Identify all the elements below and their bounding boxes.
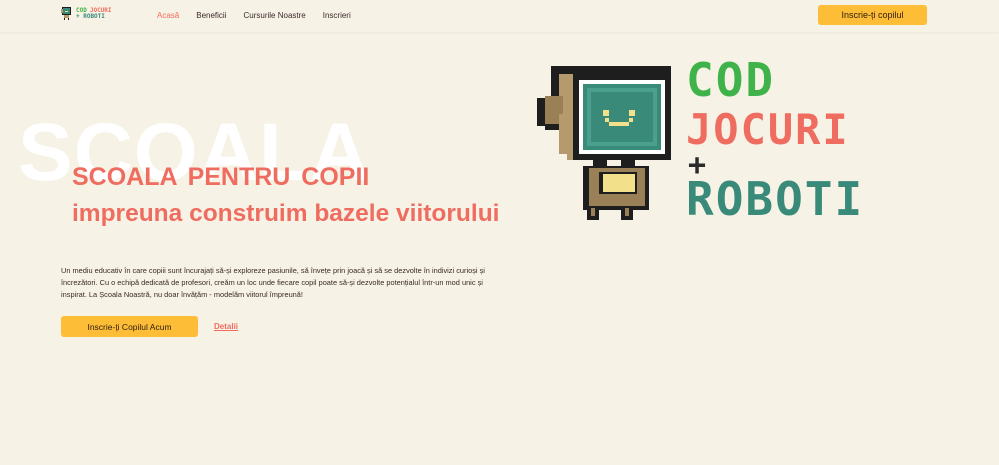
nav-link-beneficii[interactable]: Beneficii <box>196 11 226 20</box>
enroll-child-now-button[interactable]: Inscrie-ți Copilul Acum <box>61 316 198 337</box>
logo-wordmark: COD JOCURI + ROBOTI <box>76 7 112 20</box>
pixel-robot-icon <box>61 7 71 20</box>
big-logo-jocuri: JOCURI <box>686 105 850 154</box>
nav-link-inscrieri[interactable]: Inscrieri <box>323 11 351 20</box>
details-link[interactable]: Detalii <box>214 322 238 331</box>
big-logo-roboti: ROBOTI <box>686 172 865 226</box>
pixel-robot-illustration <box>537 66 671 220</box>
nav-link-acasa[interactable]: Acasă <box>157 11 179 20</box>
enroll-child-button[interactable]: Inscrie-ți copilul <box>818 5 927 25</box>
hero-title: SCOALA PENTRU COPII <box>72 163 370 191</box>
nav-menu: Acasă Beneficii Cursurile Noastre Inscri… <box>157 11 368 20</box>
nav-link-cursurile-noastre[interactable]: Cursurile Noastre <box>243 11 305 20</box>
hero-subtitle: impreuna construim bazele viitorului <box>72 200 500 227</box>
hero-description: Un mediu educativ în care copiii sunt în… <box>61 266 485 300</box>
navbar: COD JOCURI + ROBOTI Acasă Beneficii Curs… <box>0 0 999 32</box>
big-logo-cod: COD <box>686 53 776 107</box>
site-logo[interactable]: COD JOCURI + ROBOTI <box>61 7 112 20</box>
logo-text-roboti: + ROBOTI <box>76 12 105 20</box>
